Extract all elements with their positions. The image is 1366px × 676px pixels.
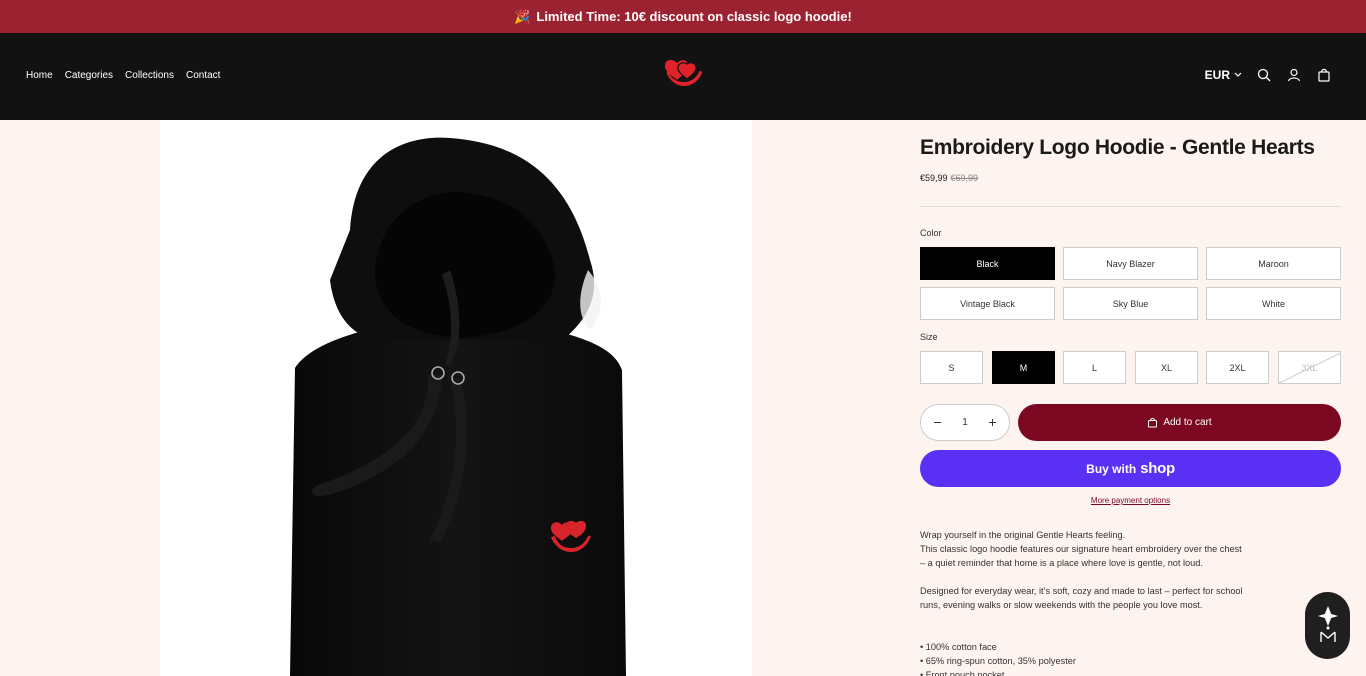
plus-icon[interactable] — [988, 418, 997, 427]
nav-categories[interactable]: Categories — [65, 70, 113, 81]
color-option-white[interactable]: White — [1206, 287, 1341, 320]
size-option-m[interactable]: M — [992, 351, 1055, 384]
nav-contact[interactable]: Contact — [186, 70, 220, 81]
main-nav: Home Categories Collections Contact — [26, 70, 220, 81]
product-image[interactable] — [160, 120, 752, 676]
size-option-xl[interactable]: XL — [1135, 351, 1198, 384]
currency-label: EUR — [1204, 68, 1230, 82]
size-option-3xl[interactable]: 3XL — [1278, 351, 1341, 384]
currency-selector[interactable]: EUR — [1205, 68, 1242, 82]
quantity-value[interactable]: 1 — [962, 417, 968, 428]
site-header: Home Categories Collections Contact EUR — [0, 33, 1366, 120]
quantity-stepper: 1 — [920, 404, 1010, 441]
bag-icon — [1148, 417, 1158, 428]
add-to-cart-label: Add to cart — [1163, 417, 1212, 428]
size-option-l[interactable]: L — [1063, 351, 1126, 384]
chevron-down-icon — [1234, 72, 1242, 77]
party-emoji: 🎉 — [514, 8, 531, 24]
color-label: Color — [920, 228, 942, 238]
hoodie-image — [290, 137, 626, 676]
size-option-2xl[interactable]: 2XL — [1206, 351, 1269, 384]
cart-icon[interactable] — [1316, 67, 1332, 83]
compare-price: €69,99 — [950, 173, 979, 183]
color-option-maroon[interactable]: Maroon — [1206, 247, 1341, 280]
account-icon[interactable] — [1286, 67, 1302, 83]
feature-item: • 100% cotton face — [920, 642, 997, 652]
chat-widget-button[interactable] — [1305, 592, 1350, 659]
announcement-text: Limited Time: 10€ discount on classic lo… — [536, 9, 852, 24]
color-option-black[interactable]: Black — [920, 247, 1055, 280]
description-line: Designed for everyday wear, it’s soft, c… — [920, 586, 1243, 596]
sale-price: €59,99 — [920, 173, 948, 183]
description-line: – a quiet reminder that home is a place … — [920, 558, 1203, 568]
nav-home[interactable]: Home — [26, 70, 53, 81]
description-line: This classic logo hoodie features our si… — [920, 544, 1242, 554]
divider — [920, 206, 1341, 207]
nav-collections[interactable]: Collections — [125, 70, 174, 81]
shop-pay-button[interactable]: Buy with shop — [920, 450, 1341, 487]
chat-widget-icon — [1317, 605, 1338, 642]
color-option-sky-blue[interactable]: Sky Blue — [1063, 287, 1198, 320]
price: €59,99 €69,99 — [920, 173, 978, 183]
color-option-navy-blazer[interactable]: Navy Blazer — [1063, 247, 1198, 280]
size-option-s[interactable]: S — [920, 351, 983, 384]
search-icon[interactable] — [1256, 67, 1272, 83]
more-payment-options-link[interactable]: More payment options — [920, 496, 1341, 505]
product-title: Embroidery Logo Hoodie - Gentle Hearts — [920, 136, 1315, 159]
description-line: runs, evening walks or slow weekends wit… — [920, 600, 1203, 610]
size-label: Size — [920, 332, 938, 342]
feature-item: • 65% ring-spun cotton, 35% polyester — [920, 656, 1076, 666]
header-actions: EUR — [1205, 67, 1332, 83]
add-to-cart-button[interactable]: Add to cart — [1018, 404, 1341, 441]
feature-item: • Front pouch pocket — [920, 670, 1005, 676]
brand-logo[interactable] — [663, 58, 705, 90]
buy-with-label: Buy with — [1086, 461, 1137, 476]
color-option-vintage-black[interactable]: Vintage Black — [920, 287, 1055, 320]
minus-icon[interactable] — [933, 418, 942, 427]
description-line: Wrap yourself in the original Gentle Hea… — [920, 530, 1126, 540]
shop-logo: shop — [1140, 460, 1175, 477]
product-description: Wrap yourself in the original Gentle Hea… — [920, 528, 1260, 676]
announcement-bar: 🎉 Limited Time: 10€ discount on classic … — [0, 0, 1366, 33]
